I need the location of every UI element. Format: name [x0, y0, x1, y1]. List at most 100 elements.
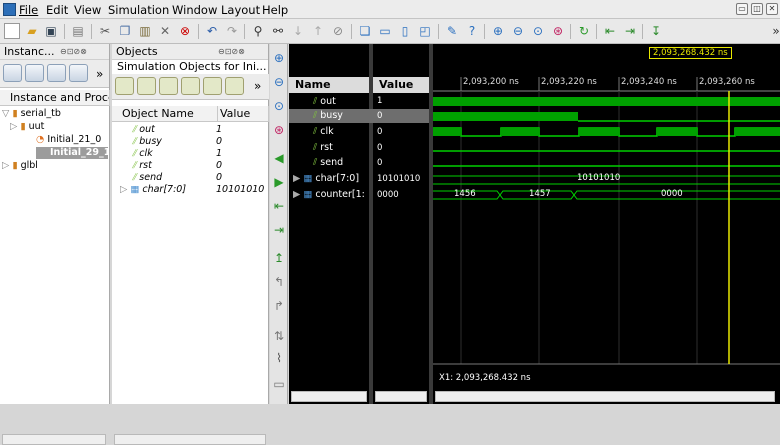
zoom-out-icon[interactable]: ⊖: [510, 23, 526, 39]
signal-value-send: 0: [377, 158, 383, 168]
show-inouts-button[interactable]: [159, 77, 178, 95]
signal-name-send[interactable]: ⫽ send: [313, 157, 343, 168]
name-column-header[interactable]: Name: [289, 77, 369, 93]
add-marker-icon[interactable]: ↥: [271, 250, 287, 266]
find-icon[interactable]: ⚲: [250, 23, 266, 39]
go-to-end-icon[interactable]: ▶: [271, 174, 287, 190]
object-row-busy[interactable]: ⫽ busy: [132, 136, 162, 148]
signal-name-char[interactable]: ▶ ▦ char[7:0]: [293, 173, 359, 184]
object-row-rst[interactable]: ⫽ rst: [132, 160, 152, 172]
zoom-cursor-icon[interactable]: ⊛: [271, 122, 287, 138]
restart-icon[interactable]: ⇤: [602, 23, 618, 39]
zoom-in-icon[interactable]: ⊕: [271, 50, 287, 66]
tree-item-initial-29[interactable]: Initial_29_1: [36, 147, 108, 159]
signal-name-clk[interactable]: ⫽ clk: [313, 126, 334, 137]
objects-horizontal-scrollbar[interactable]: [114, 434, 266, 445]
restore-icon[interactable]: ▭: [736, 3, 748, 15]
zoom-fit-icon[interactable]: ⊙: [271, 98, 287, 114]
menu-layout[interactable]: Layout: [221, 3, 260, 17]
go-to-start-icon[interactable]: ◀: [271, 150, 287, 166]
refresh-icon[interactable]: ↻: [576, 23, 592, 39]
names-scrollbar[interactable]: [291, 391, 367, 402]
arrow-down-icon[interactable]: ↓: [290, 23, 306, 39]
clear-icon[interactable]: ⊘: [330, 23, 346, 39]
float-icon[interactable]: ◫: [751, 3, 763, 15]
settings-button[interactable]: [47, 64, 66, 82]
wrench-icon[interactable]: ✎: [444, 23, 460, 39]
show-outputs-button[interactable]: [137, 77, 156, 95]
close-icon[interactable]: ✕: [766, 3, 778, 15]
delete-icon[interactable]: ✕: [157, 23, 173, 39]
arrow-up-icon[interactable]: ↑: [310, 23, 326, 39]
tile-horizontal-icon[interactable]: ▭: [377, 23, 393, 39]
main-toolbar: ▰ ▣ ▤ ✂ ❐ ▥ ✕ ⊗ ↶ ↷ ⚲ ⚯ ↓ ↑ ⊘ ❏ ▭ ▯ ◰ ✎ …: [0, 19, 780, 44]
stop-icon[interactable]: ⊗: [177, 23, 193, 39]
previous-transition-icon[interactable]: ⇤: [271, 198, 287, 214]
window-icon[interactable]: ◰: [417, 23, 433, 39]
waveform-canvas[interactable]: [433, 44, 780, 404]
undo-icon[interactable]: ↶: [204, 23, 220, 39]
save-icon[interactable]: ▣: [43, 23, 59, 39]
print-icon[interactable]: ▤: [70, 23, 86, 39]
object-row-clk[interactable]: ⫽ clk: [132, 148, 153, 160]
cut-icon[interactable]: ✂: [97, 23, 113, 39]
zoom-in-icon[interactable]: ⊕: [490, 23, 506, 39]
floating-ruler-icon[interactable]: ▭: [271, 376, 287, 392]
menu-window[interactable]: Window: [172, 3, 217, 17]
swap-cursors-icon[interactable]: ⇅: [271, 328, 287, 344]
value-column-header[interactable]: Value: [373, 77, 429, 93]
menu-edit[interactable]: Edit: [46, 3, 68, 17]
instances-column-header[interactable]: Instance and Proce: [0, 90, 110, 106]
find-in-files-icon[interactable]: ⚯: [270, 23, 286, 39]
menu-simulation[interactable]: Simulation: [108, 3, 169, 17]
menu-view[interactable]: View: [74, 3, 101, 17]
menu-help[interactable]: Help: [262, 3, 288, 17]
signal-name-rst[interactable]: ⫽ rst: [313, 142, 333, 153]
zoom-out-icon[interactable]: ⊖: [271, 74, 287, 90]
signal-name-counter[interactable]: ▶ ▦ counter[1:: [293, 189, 373, 200]
copy-icon[interactable]: ❐: [117, 23, 133, 39]
next-transition-icon[interactable]: ⇥: [271, 222, 287, 238]
tile-vertical-icon[interactable]: ▯: [397, 23, 413, 39]
object-row-char[interactable]: ▷ ▦ char[7:0]: [120, 184, 186, 196]
signal-name-busy[interactable]: ⫽ busy: [313, 110, 343, 121]
open-folder-icon[interactable]: ▰: [24, 23, 40, 39]
show-inputs-button[interactable]: [115, 77, 134, 95]
show-variables-button[interactable]: [225, 77, 244, 95]
tree-item-glbl[interactable]: ▷ ▮ glbl: [2, 160, 38, 172]
step-icon[interactable]: ↧: [648, 23, 664, 39]
object-name-column-header[interactable]: Object Name: [112, 106, 218, 122]
panel-controls-icon[interactable]: ⊖⊡⊘⊗: [60, 47, 87, 56]
value-column-header[interactable]: Value: [218, 106, 269, 122]
tree-item-serial-tb[interactable]: ▽ ▮ serial_tb: [2, 108, 61, 120]
signal-name-out[interactable]: ⫽ out: [313, 96, 336, 107]
snap-to-transition-icon[interactable]: ⌇: [271, 350, 287, 366]
toolbar-overflow-icon[interactable]: »: [768, 23, 780, 39]
filter-button[interactable]: [69, 64, 88, 82]
tree-item-uut[interactable]: ▷ ▮ uut: [10, 121, 44, 133]
values-scrollbar[interactable]: [375, 391, 427, 402]
instances-horizontal-scrollbar[interactable]: [2, 434, 106, 445]
object-row-out[interactable]: ⫽ out: [132, 124, 155, 136]
object-row-send[interactable]: ⫽ send: [132, 172, 162, 184]
paste-icon[interactable]: ▥: [137, 23, 153, 39]
overflow-icon[interactable]: »: [96, 67, 103, 81]
wave-horizontal-scrollbar[interactable]: [435, 391, 775, 402]
show-constants-button[interactable]: [203, 77, 222, 95]
help-pointer-icon[interactable]: ?: [464, 23, 480, 39]
tree-item-initial-21[interactable]: ◔ Initial_21_0: [36, 134, 101, 146]
panel-controls-icon[interactable]: ⊖⊡⊘⊗: [218, 47, 245, 56]
show-internal-button[interactable]: [181, 77, 200, 95]
zoom-cursor-icon[interactable]: ⊛: [550, 23, 566, 39]
previous-marker-icon[interactable]: ↰: [271, 274, 287, 290]
menu-file[interactable]: File: [19, 3, 38, 17]
new-file-icon[interactable]: [4, 23, 20, 39]
collapse-all-button[interactable]: [3, 64, 22, 82]
next-marker-icon[interactable]: ↱: [271, 298, 287, 314]
cascade-windows-icon[interactable]: ❏: [357, 23, 373, 39]
overflow-icon[interactable]: »: [254, 79, 261, 93]
expand-all-button[interactable]: [25, 64, 44, 82]
zoom-fit-icon[interactable]: ⊙: [530, 23, 546, 39]
redo-icon[interactable]: ↷: [224, 23, 240, 39]
run-all-icon[interactable]: ⇥: [622, 23, 638, 39]
